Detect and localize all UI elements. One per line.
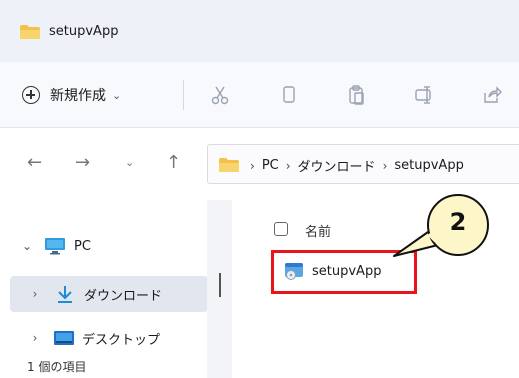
breadcrumb-separator: › [285, 158, 291, 173]
tree-item-label: ダウンロード [84, 288, 163, 304]
scrollbar-thumb[interactable] [219, 273, 221, 297]
new-button[interactable]: 新規作成 ⌄ [22, 82, 121, 108]
column-header-name[interactable]: 名前 [305, 221, 331, 240]
address-bar[interactable]: › PC › ダウンロード › setupvApp [207, 144, 519, 184]
back-arrow-icon[interactable]: ← [27, 152, 42, 173]
breadcrumb-item-downloads[interactable]: ダウンロード [298, 156, 376, 175]
chevron-down-icon[interactable]: ⌄ [20, 239, 34, 253]
tree-item-pc[interactable]: ⌄ PC [20, 228, 91, 264]
breadcrumb-item-pc[interactable]: PC [262, 158, 279, 173]
item-count: 1 個の項目 [27, 360, 87, 374]
desktop-icon [54, 331, 74, 345]
highlight-box [271, 250, 417, 294]
chevron-down-icon: ⌄ [112, 88, 122, 102]
rename-icon[interactable] [413, 84, 435, 106]
tree-item-label: デスクトップ [82, 332, 161, 348]
new-button-label: 新規作成 [50, 88, 106, 104]
paste-icon[interactable] [346, 84, 368, 106]
toolbar-divider [183, 80, 184, 110]
copy-icon[interactable] [278, 84, 300, 106]
download-arrow-icon [58, 286, 72, 303]
command-bar: 新規作成 ⌄ [0, 62, 519, 128]
share-icon[interactable] [481, 84, 503, 106]
step-number: 2 [449, 208, 467, 236]
tree-item-desktop[interactable]: › デスクトップ [28, 320, 160, 356]
status-bar: 1 個の項目 [0, 356, 207, 378]
window-title: setupvApp [49, 24, 119, 39]
forward-arrow-icon[interactable]: → [75, 152, 90, 173]
folder-icon [219, 158, 239, 172]
tree-item-label: PC [74, 238, 91, 254]
title-bar: setupvApp [0, 0, 519, 62]
recent-locations-chevron-icon[interactable]: ⌄ [125, 156, 134, 169]
plus-circle-icon [22, 86, 40, 104]
chevron-right-icon[interactable]: › [28, 287, 42, 301]
navigation-bar: ← → ⌄ ↑ › PC › ダウンロード › setupvApp [0, 128, 519, 200]
cut-icon[interactable] [209, 84, 231, 106]
folder-icon [20, 25, 40, 39]
navigation-pane: ⌄ PC › ダウンロード › デスクトップ [0, 200, 232, 356]
breadcrumb: › PC › ダウンロード › setupvApp [250, 156, 464, 175]
chevron-right-icon[interactable]: › [28, 331, 42, 345]
up-arrow-icon[interactable]: ↑ [166, 152, 181, 173]
tree-item-downloads[interactable]: › ダウンロード [10, 276, 208, 312]
select-all-checkbox[interactable] [274, 222, 288, 236]
monitor-icon [45, 238, 65, 255]
breadcrumb-item-setupvapp[interactable]: setupvApp [394, 158, 463, 173]
breadcrumb-separator: › [250, 158, 255, 173]
breadcrumb-separator: › [382, 158, 388, 173]
